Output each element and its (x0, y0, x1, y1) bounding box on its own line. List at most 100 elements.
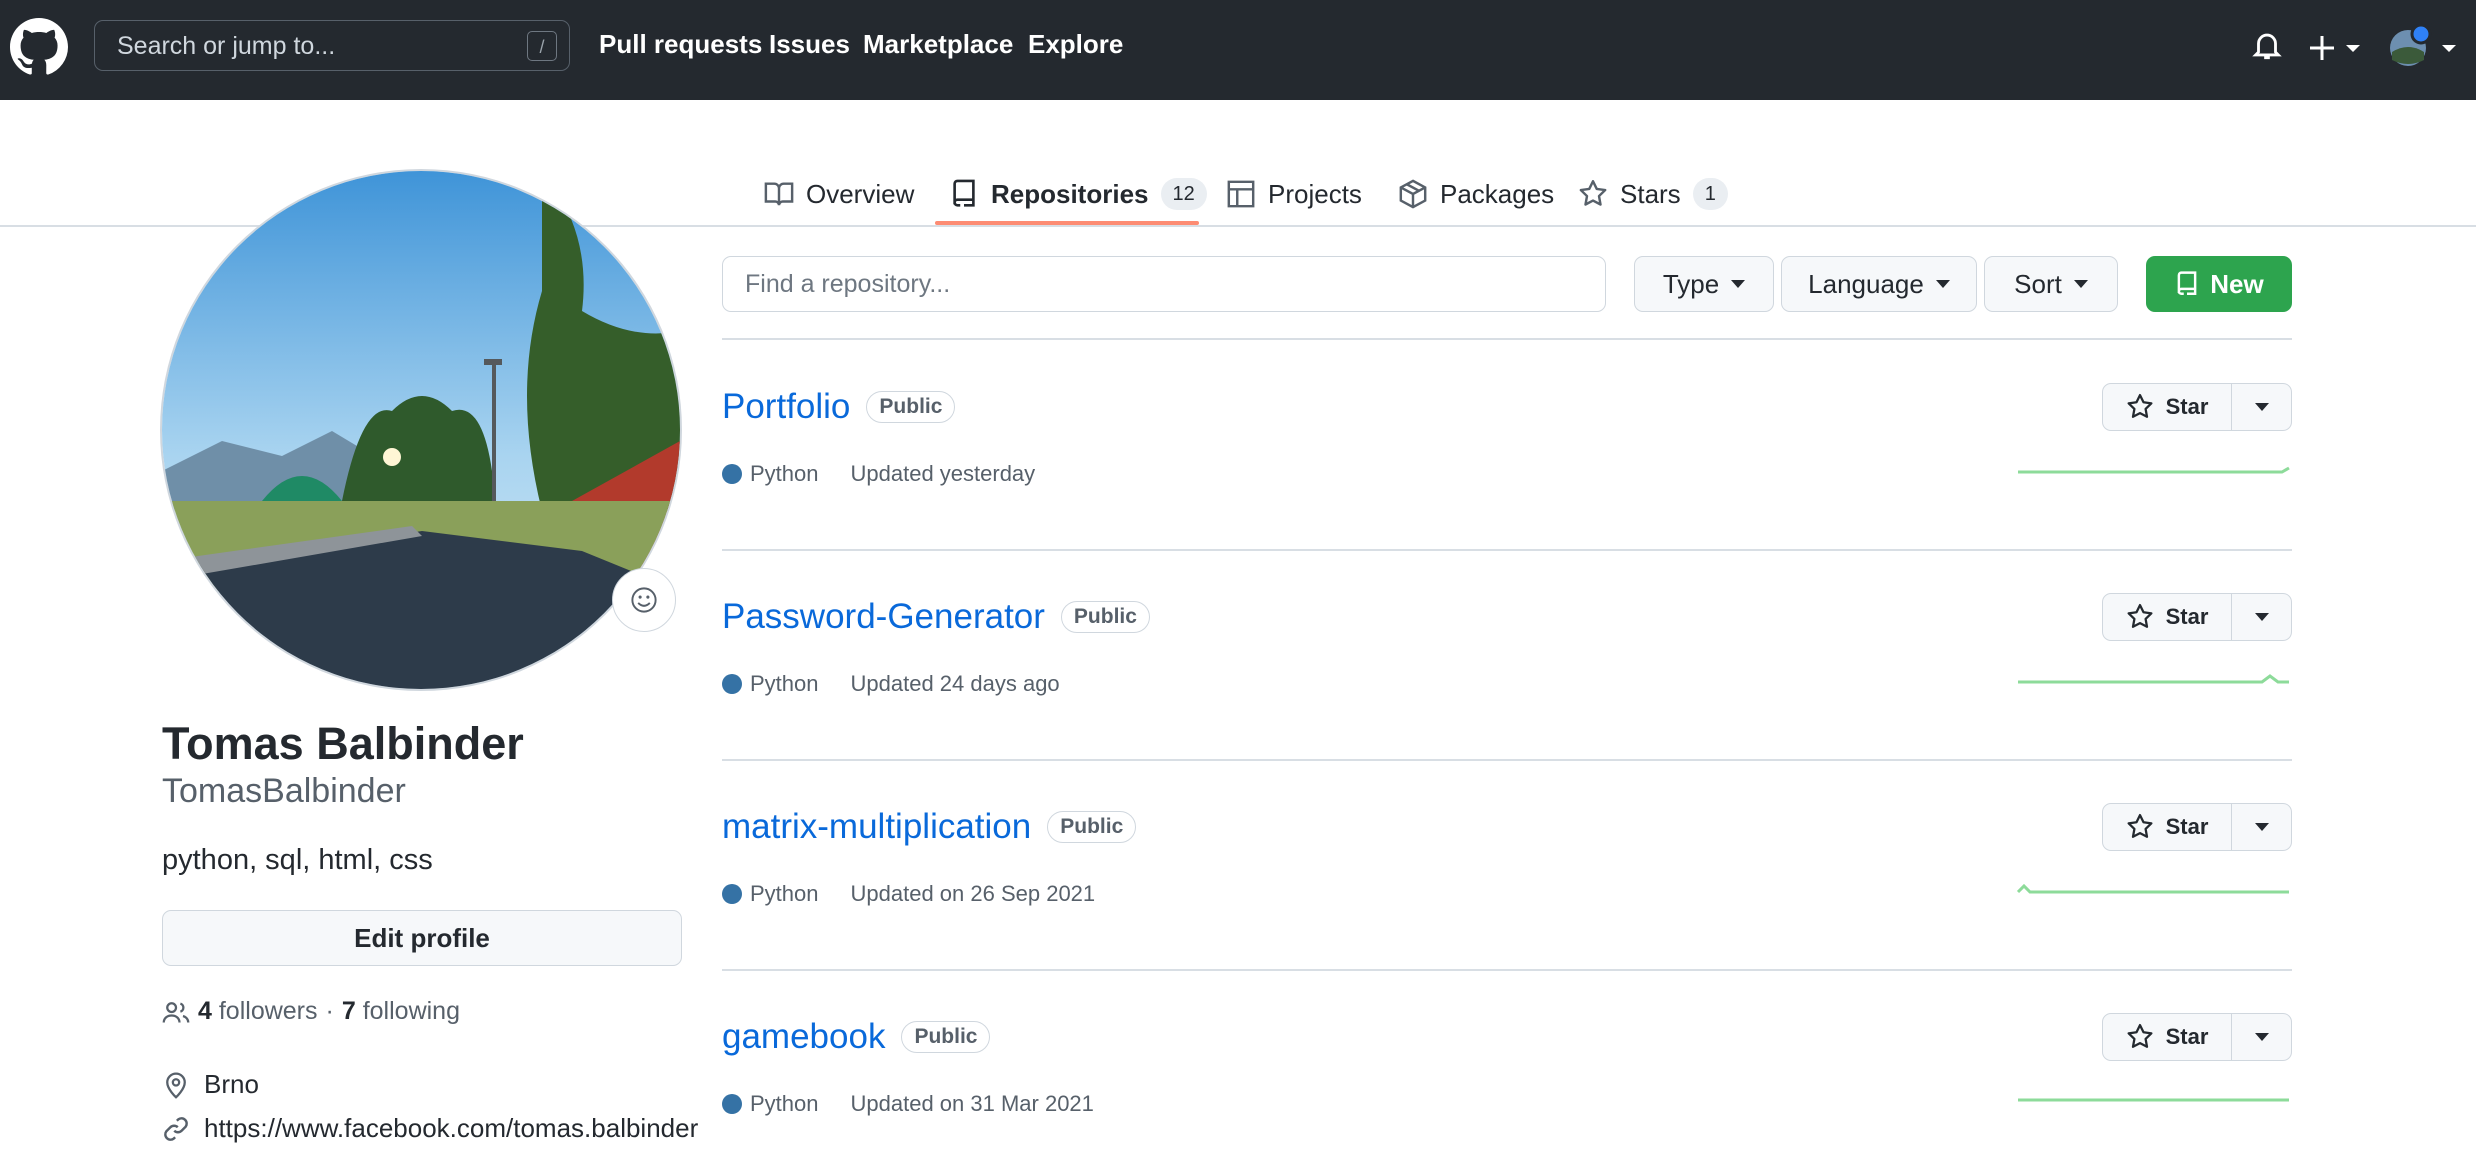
repo-language: Python (750, 1091, 819, 1116)
profile-avatar[interactable] (162, 171, 680, 689)
followers-link[interactable]: 4 followers (198, 997, 318, 1026)
stars-count-badge: 1 (1692, 178, 1728, 210)
repo-name-link[interactable]: matrix-multiplication (722, 807, 1031, 847)
repo-language: Python (750, 671, 819, 696)
star-button-group: Star (2102, 593, 2292, 641)
tab-stars-label: Stars (1620, 178, 1681, 209)
chevron-down-icon (1935, 280, 1950, 288)
star-icon (2127, 393, 2153, 418)
tab-overview[interactable]: Overview (764, 163, 914, 225)
repo-title-row: Password-Generator Public (722, 597, 1150, 637)
edit-profile-button[interactable]: Edit profile (162, 910, 682, 966)
repo-updated: Updated on 26 Sep 2021 (850, 881, 1096, 906)
chevron-down-icon (2254, 1033, 2269, 1041)
star-label: Star (2165, 604, 2209, 629)
repo-meta: Python Updated on 26 Sep 2021 (722, 881, 1095, 907)
new-repository-button[interactable]: New (2146, 256, 2292, 312)
global-search-input[interactable]: Search or jump to... / (94, 20, 570, 71)
star-list-dropdown[interactable] (2232, 594, 2291, 640)
top-header: Search or jump to... / Pull requests Iss… (0, 0, 2476, 100)
repo-meta: Python Updated 24 days ago (722, 671, 1060, 697)
language-color-dot (722, 884, 742, 904)
star-button[interactable]: Star (2103, 594, 2232, 640)
star-icon (2127, 603, 2153, 628)
visibility-badge: Public (866, 391, 956, 423)
star-list-dropdown[interactable] (2232, 804, 2291, 850)
package-icon (1399, 179, 1427, 209)
star-button[interactable]: Star (2103, 804, 2232, 850)
repo-title-row: Portfolio Public (722, 387, 956, 427)
star-list-dropdown[interactable] (2232, 1014, 2291, 1060)
repo-name-link[interactable]: Portfolio (722, 387, 850, 427)
tab-repositories-label: Repositories (991, 178, 1149, 209)
tab-repositories[interactable]: Repositories 12 (949, 163, 1207, 225)
table-icon (1227, 180, 1255, 208)
tab-packages-label: Packages (1440, 178, 1555, 209)
type-filter-label: Type (1662, 268, 1720, 299)
people-icon (162, 1001, 190, 1023)
star-button[interactable]: Star (2103, 384, 2232, 430)
github-logo-icon[interactable] (10, 18, 68, 76)
star-list-dropdown[interactable] (2232, 384, 2291, 430)
star-button[interactable]: Star (2103, 1014, 2232, 1060)
following-count: 7 (341, 997, 356, 1025)
repo-name-link[interactable]: gamebook (722, 1017, 885, 1057)
repo-icon (2177, 271, 2197, 295)
type-filter-dropdown[interactable]: Type (1634, 256, 1774, 312)
repo-meta: Python Updated yesterday (722, 461, 1035, 487)
repo-language: Python (750, 461, 819, 486)
follow-stats: 4 followers · 7 following (162, 997, 460, 1026)
tab-overview-label: Overview (806, 178, 915, 209)
profile-website: https://www.facebook.com/tomas.balbinder (162, 1113, 698, 1144)
repo-updated: Updated yesterday (850, 461, 1036, 486)
star-icon (1579, 180, 1607, 206)
followers-label: followers (218, 997, 318, 1025)
chevron-down-icon (2254, 403, 2269, 411)
nav-explore[interactable]: Explore (1028, 29, 1123, 60)
following-link[interactable]: 7 following (342, 997, 460, 1026)
star-button-group: Star (2102, 1013, 2292, 1061)
list-divider (722, 969, 2292, 971)
repo-name-link[interactable]: Password-Generator (722, 597, 1045, 637)
star-button-group: Star (2102, 383, 2292, 431)
website-link[interactable]: https://www.facebook.com/tomas.balbinder (204, 1113, 698, 1144)
find-repository-input[interactable]: Find a repository... (722, 256, 1606, 312)
repo-updated: Updated 24 days ago (850, 671, 1060, 696)
sort-dropdown[interactable]: Sort (1984, 256, 2118, 312)
star-button-group: Star (2102, 803, 2292, 851)
smiley-icon (631, 587, 657, 613)
nav-marketplace[interactable]: Marketplace (863, 29, 1013, 60)
notifications-bell-icon[interactable] (2250, 28, 2286, 68)
tab-projects[interactable]: Projects (1226, 163, 1362, 225)
star-label: Star (2165, 1024, 2209, 1049)
chevron-down-icon (2073, 280, 2088, 288)
sort-label: Sort (2014, 268, 2062, 299)
visibility-badge: Public (1047, 811, 1137, 843)
activity-sparkline (2018, 1098, 2289, 1102)
followers-count: 4 (198, 997, 212, 1025)
star-icon (2127, 1023, 2153, 1048)
profile-full-name: Tomas Balbinder (162, 718, 524, 769)
search-placeholder: Search or jump to... (117, 32, 336, 60)
chevron-down-icon (1731, 280, 1746, 288)
activity-sparkline (2016, 883, 2289, 894)
tab-stars[interactable]: Stars 1 (1578, 163, 1728, 225)
profile-bio: python, sql, html, css (162, 844, 433, 876)
language-color-dot (722, 674, 742, 694)
language-color-dot (722, 1094, 742, 1114)
set-status-button[interactable] (612, 568, 676, 632)
repo-icon (953, 179, 975, 207)
nav-pull-requests[interactable]: Pull requests (599, 29, 762, 60)
user-avatar-menu[interactable] (2388, 23, 2460, 70)
repo-title-row: matrix-multiplication Public (722, 807, 1137, 847)
location-pin-icon (166, 1071, 186, 1099)
create-new-menu[interactable] (2308, 28, 2368, 68)
tab-packages[interactable]: Packages (1398, 163, 1554, 225)
nav-issues[interactable]: Issues (769, 29, 850, 60)
chevron-down-icon (2254, 823, 2269, 831)
repo-updated: Updated on 31 Mar 2021 (850, 1091, 1094, 1116)
repo-title-row: gamebook Public (722, 1017, 991, 1057)
search-shortcut-key: / (527, 31, 557, 61)
list-divider (722, 549, 2292, 551)
language-filter-dropdown[interactable]: Language (1781, 256, 1977, 312)
